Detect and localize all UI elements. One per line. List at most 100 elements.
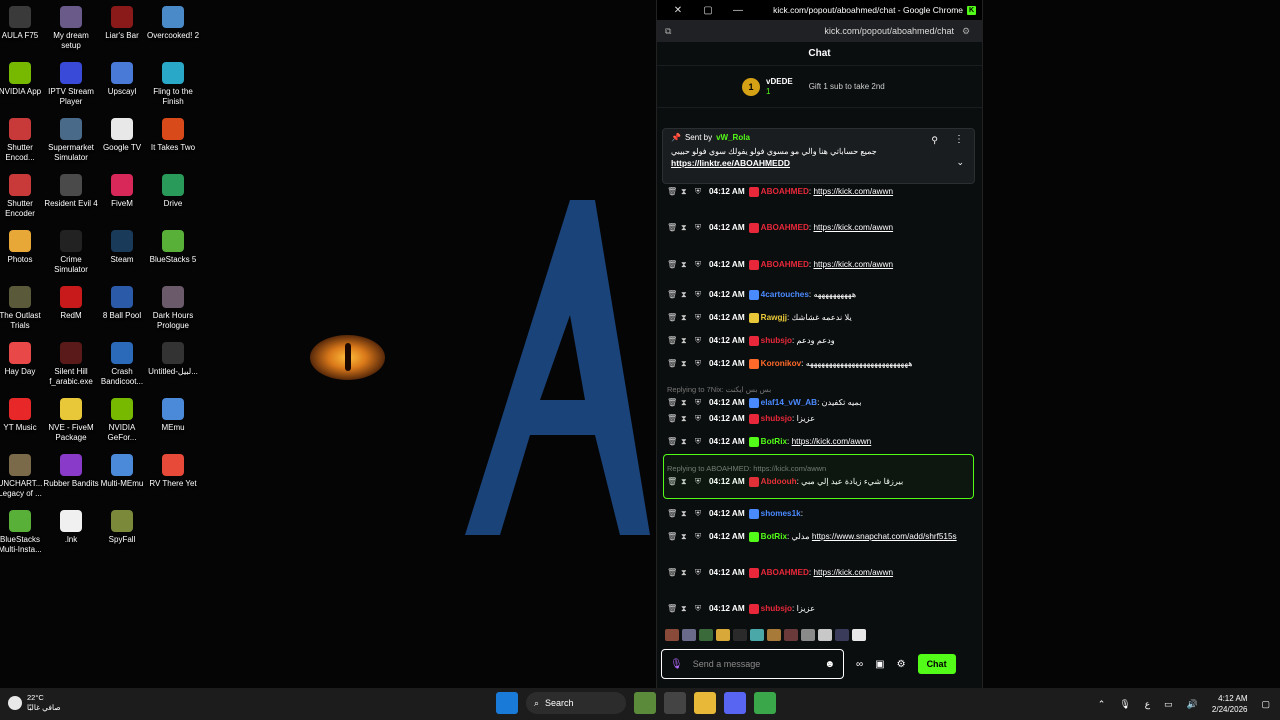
desktop-icon[interactable]: 8 Ball Pool bbox=[94, 286, 150, 321]
emote[interactable] bbox=[716, 629, 730, 641]
ban-icon[interactable]: ⛨ bbox=[695, 435, 704, 448]
timeout-icon[interactable]: ⧗ bbox=[681, 396, 690, 409]
emote[interactable] bbox=[750, 629, 764, 641]
message-username[interactable]: elaf14_vW_AB bbox=[761, 398, 817, 407]
delete-icon[interactable]: 🗑 bbox=[667, 334, 677, 347]
desktop-icon[interactable]: Shutter Encod... bbox=[0, 118, 48, 163]
desktop-icon[interactable]: Liar's Bar bbox=[94, 6, 150, 41]
emote[interactable] bbox=[801, 629, 815, 641]
timeout-icon[interactable]: ⧗ bbox=[681, 435, 690, 448]
gift-icon[interactable]: ▣ bbox=[875, 659, 884, 670]
message-link[interactable]: https://kick.com/awwn bbox=[813, 223, 893, 232]
delete-icon[interactable]: 🗑 bbox=[667, 185, 677, 198]
delete-icon[interactable]: 🗑 bbox=[667, 357, 677, 370]
file-explorer-icon[interactable] bbox=[694, 692, 716, 714]
chat-send-button[interactable]: Chat bbox=[917, 654, 956, 674]
mic-icon[interactable]: 🎙 bbox=[670, 659, 683, 670]
ban-icon[interactable]: ⛨ bbox=[695, 566, 704, 579]
message-username[interactable]: shomes1k bbox=[761, 509, 801, 518]
pinned-sender[interactable]: vW_Rola bbox=[716, 133, 750, 142]
leaderboard-user[interactable]: vDEDE bbox=[766, 77, 793, 87]
task-view-icon[interactable] bbox=[664, 692, 686, 714]
desktop-icon[interactable]: .lnk bbox=[43, 510, 99, 545]
desktop-icon[interactable]: The Outlast Trials bbox=[0, 286, 48, 331]
start-icon[interactable] bbox=[496, 692, 518, 714]
site-info-icon[interactable]: ⧉ bbox=[665, 26, 677, 37]
message-username[interactable]: BotRix bbox=[761, 532, 787, 541]
message-username[interactable]: shubsjo bbox=[761, 414, 792, 423]
desktop-icon[interactable]: NVIDIA App bbox=[0, 62, 48, 97]
ban-icon[interactable]: ⛨ bbox=[695, 357, 704, 370]
desktop-icon[interactable]: FiveM bbox=[94, 174, 150, 209]
chat-input-box[interactable]: 🎙 ☻ bbox=[661, 649, 844, 679]
desktop-icon[interactable]: Hay Day bbox=[0, 342, 48, 377]
close-icon[interactable]: ✕ bbox=[663, 5, 693, 16]
message-input[interactable] bbox=[692, 659, 815, 669]
widgets-icon[interactable] bbox=[634, 692, 656, 714]
message-link[interactable]: https://kick.com/awwn bbox=[813, 568, 893, 577]
desktop-icon[interactable]: RedM bbox=[43, 286, 99, 321]
emoji-icon[interactable]: ☻ bbox=[824, 659, 835, 670]
message-username[interactable]: Rawgjj bbox=[761, 313, 787, 322]
message-link[interactable]: https://www.snapchat.com/add/shrf515s bbox=[812, 532, 957, 541]
desktop-icon[interactable]: UNCHART... Legacy of ... bbox=[0, 454, 48, 499]
ban-icon[interactable]: ⛨ bbox=[695, 185, 704, 198]
message-username[interactable]: ABOAHMED bbox=[761, 187, 809, 196]
ban-icon[interactable]: ⛨ bbox=[695, 396, 704, 409]
emote[interactable] bbox=[767, 629, 781, 641]
timeout-icon[interactable]: ⧗ bbox=[681, 412, 690, 425]
desktop-icon[interactable]: It Takes Two bbox=[145, 118, 201, 153]
chevron-up-icon[interactable]: ⌃ bbox=[1098, 699, 1106, 710]
delete-icon[interactable]: 🗑 bbox=[667, 258, 677, 271]
desktop-icon[interactable]: Untitled-لبيل... bbox=[145, 342, 201, 377]
ban-icon[interactable]: ⛨ bbox=[695, 221, 704, 234]
delete-icon[interactable]: 🗑 bbox=[667, 311, 677, 324]
timeout-icon[interactable]: ⧗ bbox=[681, 530, 690, 543]
minimize-icon[interactable]: — bbox=[723, 5, 753, 16]
notification-icon[interactable]: ▢ bbox=[1261, 699, 1270, 710]
desktop-icon[interactable]: RV There Yet bbox=[145, 454, 201, 489]
desktop-icon[interactable]: Overcooked! 2 bbox=[145, 6, 201, 41]
delete-icon[interactable]: 🗑 bbox=[667, 396, 677, 409]
desktop-icon[interactable]: AULA F75 bbox=[0, 6, 48, 41]
ban-icon[interactable]: ⛨ bbox=[695, 258, 704, 271]
delete-icon[interactable]: 🗑 bbox=[667, 602, 677, 615]
desktop-icon[interactable]: Photos bbox=[0, 230, 48, 265]
desktop-icon[interactable]: MEmu bbox=[145, 398, 201, 433]
desktop-icon[interactable]: Resident Evil 4 bbox=[43, 174, 99, 209]
desktop-icon[interactable]: Multi-MEmu bbox=[94, 454, 150, 489]
message-username[interactable]: ABOAHMED bbox=[761, 260, 809, 269]
ban-icon[interactable]: ⛨ bbox=[695, 412, 704, 425]
mic-tray-icon[interactable]: 🎙 bbox=[1119, 699, 1130, 710]
timeout-icon[interactable]: ⧗ bbox=[681, 221, 690, 234]
emote[interactable] bbox=[682, 629, 696, 641]
message-username[interactable]: shubsjo bbox=[761, 336, 792, 345]
delete-icon[interactable]: 🗑 bbox=[667, 530, 677, 543]
delete-icon[interactable]: 🗑 bbox=[667, 412, 677, 425]
emote[interactable] bbox=[852, 629, 866, 641]
delete-icon[interactable]: 🗑 bbox=[667, 221, 677, 234]
reply-context[interactable]: Replying to 7Nix: بس بس ايكنت bbox=[667, 383, 972, 396]
timeout-icon[interactable]: ⧗ bbox=[681, 334, 690, 347]
message-username[interactable]: shubsjo bbox=[761, 604, 792, 613]
message-username[interactable]: ABOAHMED bbox=[761, 568, 809, 577]
message-link[interactable]: https://kick.com/awwn bbox=[813, 260, 893, 269]
timeout-icon[interactable]: ⧗ bbox=[681, 311, 690, 324]
timeout-icon[interactable]: ⧗ bbox=[681, 566, 690, 579]
restore-icon[interactable]: ▢ bbox=[693, 5, 723, 16]
emote[interactable] bbox=[818, 629, 832, 641]
pinned-message[interactable]: 📌 Sent by vW_Rola جميع حساباتي هنا والي … bbox=[662, 128, 975, 184]
chevron-down-icon[interactable]: ⌄ bbox=[956, 157, 964, 168]
gift-sub-prompt[interactable]: Gift 1 sub to take 2nd bbox=[809, 82, 885, 91]
timeout-icon[interactable]: ⧗ bbox=[681, 357, 690, 370]
desktop-icon[interactable]: Steam bbox=[94, 230, 150, 265]
ban-icon[interactable]: ⛨ bbox=[695, 507, 704, 520]
emote[interactable] bbox=[835, 629, 849, 641]
ban-icon[interactable]: ⛨ bbox=[695, 311, 704, 324]
desktop-icon[interactable]: Fling to the Finish bbox=[145, 62, 201, 107]
desktop-icon[interactable]: Shutter Encoder bbox=[0, 174, 48, 219]
message-link[interactable]: https://kick.com/awwn bbox=[792, 437, 872, 446]
clock[interactable]: 4:12 AM 2/24/2026 bbox=[1212, 693, 1248, 715]
unpin-icon[interactable]: ⚲ bbox=[931, 135, 938, 146]
network-icon[interactable]: ▭ bbox=[1164, 699, 1173, 710]
